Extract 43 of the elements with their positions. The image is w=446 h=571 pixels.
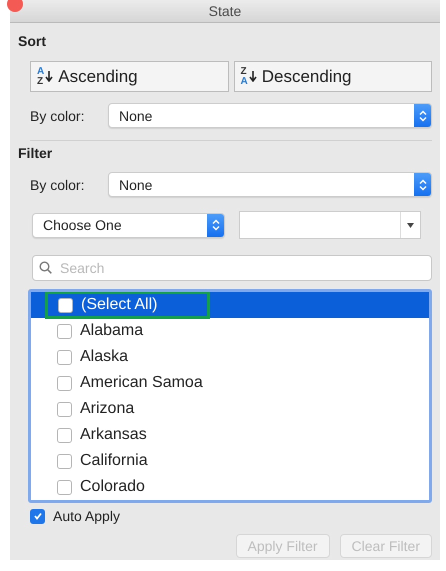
field-label: By color: bbox=[30, 108, 86, 124]
condition-dropdown[interactable]: Choose One bbox=[32, 212, 225, 238]
checkbox[interactable] bbox=[57, 480, 72, 494]
window-title: State bbox=[208, 3, 242, 19]
item-label: Arizona bbox=[80, 400, 134, 418]
stepper-icon bbox=[207, 214, 224, 236]
list-item[interactable]: (Select All) bbox=[31, 292, 429, 318]
color-dropdown[interactable]: None bbox=[108, 172, 432, 197]
list-item[interactable]: Alaska bbox=[31, 344, 429, 370]
item-label: (Select All) bbox=[81, 296, 158, 314]
stepper-icon bbox=[414, 173, 431, 196]
criteria-combobox[interactable] bbox=[239, 211, 421, 239]
section-heading: Filter bbox=[18, 145, 54, 161]
list-item[interactable]: Alabama bbox=[31, 318, 429, 344]
list-item[interactable]: California bbox=[31, 448, 429, 474]
checkbox[interactable] bbox=[57, 324, 72, 338]
item-label: Colorado bbox=[80, 478, 145, 496]
stepper-icon bbox=[414, 104, 431, 127]
section-heading: Sort bbox=[18, 33, 47, 49]
checkbox[interactable] bbox=[57, 428, 72, 442]
sort-ascending-button[interactable]: A Z Ascending bbox=[30, 61, 228, 92]
color-dropdown[interactable]: None bbox=[108, 103, 432, 128]
list-item[interactable]: Arkansas bbox=[31, 422, 429, 448]
checkbox[interactable] bbox=[58, 298, 73, 312]
item-label: California bbox=[80, 452, 148, 470]
sort-descending-button[interactable]: Z A Descending bbox=[234, 61, 432, 92]
checkbox[interactable] bbox=[57, 350, 72, 364]
list-item[interactable]: Arizona bbox=[31, 396, 429, 422]
item-label: Arkansas bbox=[80, 426, 147, 444]
search-field[interactable]: Search bbox=[32, 255, 432, 281]
list-item[interactable]: Colorado bbox=[31, 474, 429, 500]
checkbox[interactable] bbox=[57, 376, 72, 390]
field-label: By color: bbox=[30, 176, 86, 192]
item-label: Alaska bbox=[80, 348, 128, 366]
checkbox[interactable] bbox=[57, 402, 72, 416]
checkbox-label: Auto Apply bbox=[53, 508, 120, 524]
checkbox[interactable] bbox=[30, 508, 45, 524]
checkbox[interactable] bbox=[57, 454, 72, 468]
check-icon bbox=[32, 511, 42, 521]
item-label: Alabama bbox=[80, 322, 144, 340]
close-button[interactable] bbox=[7, 0, 23, 12]
list-item[interactable]: American Samoa bbox=[31, 370, 429, 396]
item-label: American Samoa bbox=[80, 374, 203, 392]
